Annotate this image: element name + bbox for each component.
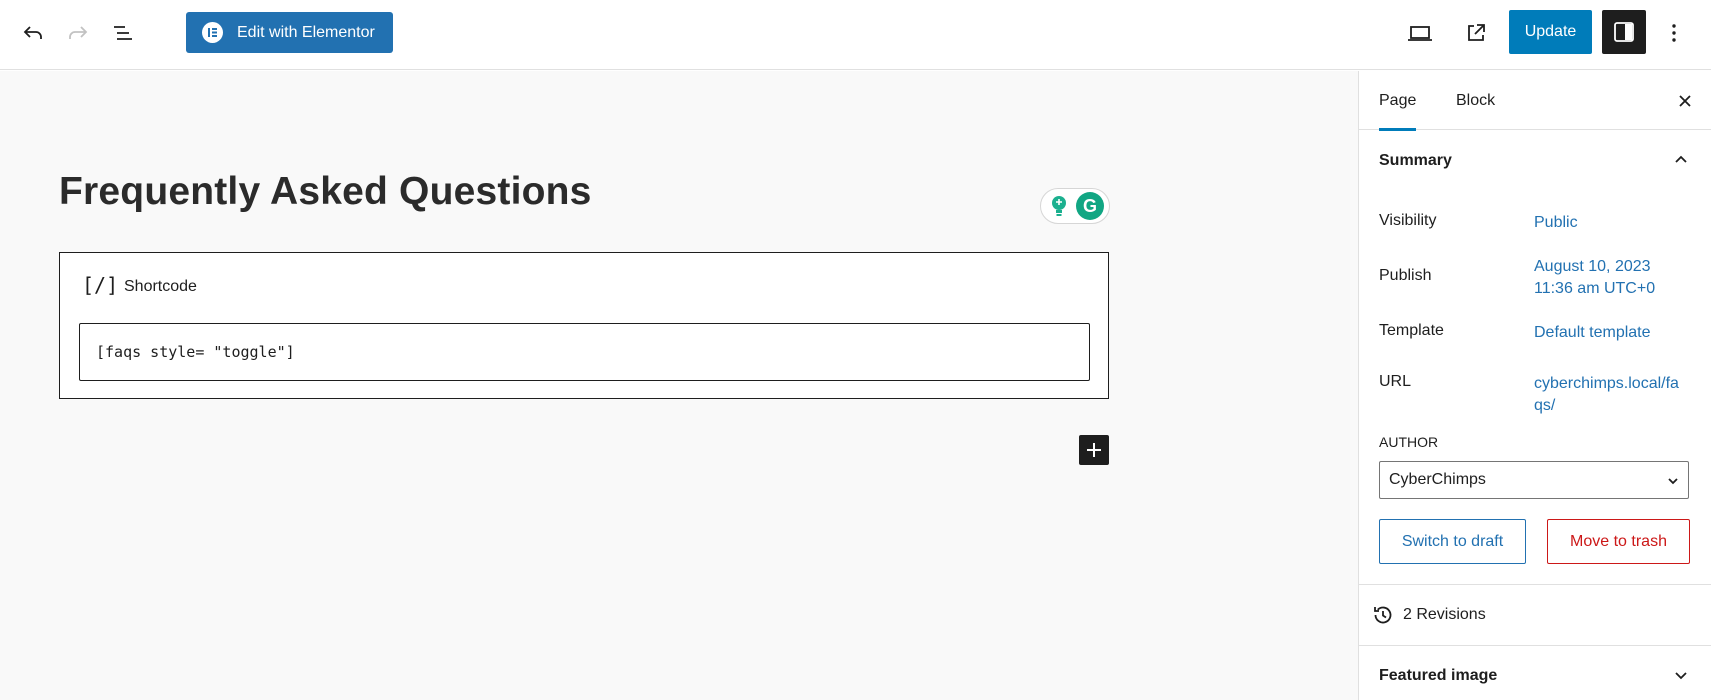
chevron-up-icon <box>1675 155 1687 163</box>
sidebar-toggle-icon <box>1614 22 1634 42</box>
view-page-button[interactable] <box>1456 13 1496 53</box>
template-label: Template <box>1379 322 1444 339</box>
author-select[interactable]: CyberChimps <box>1379 461 1689 499</box>
featured-image-panel-toggle[interactable]: Featured image <box>1359 646 1711 700</box>
grammarly-widget[interactable]: G <box>1040 188 1110 224</box>
settings-toggle-button[interactable] <box>1602 10 1646 54</box>
tab-page[interactable]: Page <box>1379 71 1417 131</box>
more-vertical-icon <box>1672 24 1676 42</box>
close-icon <box>1679 95 1691 107</box>
revisions-label: 2 Revisions <box>1403 606 1486 623</box>
editor-toolbar: Edit with Elementor Update <box>0 0 1711 70</box>
update-button[interactable]: Update <box>1509 10 1592 54</box>
chevron-down-icon <box>1668 478 1678 485</box>
redo-icon <box>69 26 88 39</box>
publish-label: Publish <box>1379 267 1432 284</box>
lightbulb-icon[interactable] <box>1046 193 1072 219</box>
summary-panel-toggle[interactable]: Summary <box>1359 131 1711 191</box>
list-view-button[interactable] <box>103 13 143 53</box>
sidebar-tabs: Page Block <box>1359 71 1711 131</box>
publish-value[interactable]: August 10, 2023 11:36 am UTC+0 <box>1534 256 1684 300</box>
undo-button[interactable] <box>13 13 53 53</box>
preview-button[interactable] <box>1400 13 1440 53</box>
history-icon <box>1374 606 1392 624</box>
featured-image-title: Featured image <box>1379 667 1498 684</box>
shortcode-label: Shortcode <box>124 278 197 295</box>
external-link-icon <box>1468 24 1485 41</box>
shortcode-block[interactable]: [/] Shortcode [faqs style= "toggle"] <box>59 252 1109 399</box>
desktop-preview-icon <box>1408 26 1432 41</box>
list-view-icon <box>114 26 132 40</box>
summary-title: Summary <box>1379 152 1452 169</box>
author-selected-value: CyberChimps <box>1389 471 1486 488</box>
settings-sidebar: Page Block Summary Visibility Public Pub… <box>1358 71 1711 700</box>
template-value[interactable]: Default template <box>1534 322 1651 344</box>
options-button[interactable] <box>1654 13 1694 53</box>
page-title[interactable]: Frequently Asked Questions <box>59 170 592 214</box>
redo-button[interactable] <box>58 13 98 53</box>
undo-icon <box>23 26 42 39</box>
edit-with-elementor-button[interactable]: Edit with Elementor <box>186 12 393 53</box>
shortcode-input[interactable]: [faqs style= "toggle"] <box>79 323 1090 381</box>
elementor-label: Edit with Elementor <box>237 23 375 41</box>
switch-to-draft-button[interactable]: Switch to draft <box>1379 519 1526 564</box>
url-value[interactable]: cyberchimps.local/faqs/ <box>1534 373 1684 417</box>
elementor-icon <box>202 22 223 43</box>
author-label: AUTHOR <box>1379 434 1439 450</box>
shortcode-icon: [/] <box>82 273 119 297</box>
move-to-trash-button[interactable]: Move to trash <box>1547 519 1690 564</box>
add-block-button[interactable] <box>1079 435 1109 465</box>
grammarly-icon[interactable]: G <box>1076 192 1104 220</box>
editor-canvas: Frequently Asked Questions G [/] Shortco… <box>0 71 1358 700</box>
visibility-label: Visibility <box>1379 212 1437 229</box>
visibility-value[interactable]: Public <box>1534 212 1578 234</box>
chevron-down-icon <box>1675 672 1687 680</box>
tab-block[interactable]: Block <box>1456 71 1495 130</box>
plus-icon <box>1087 443 1101 457</box>
close-sidebar-button[interactable] <box>1665 81 1705 121</box>
revisions-button[interactable]: 2 Revisions <box>1359 585 1711 645</box>
url-label: URL <box>1379 373 1412 390</box>
